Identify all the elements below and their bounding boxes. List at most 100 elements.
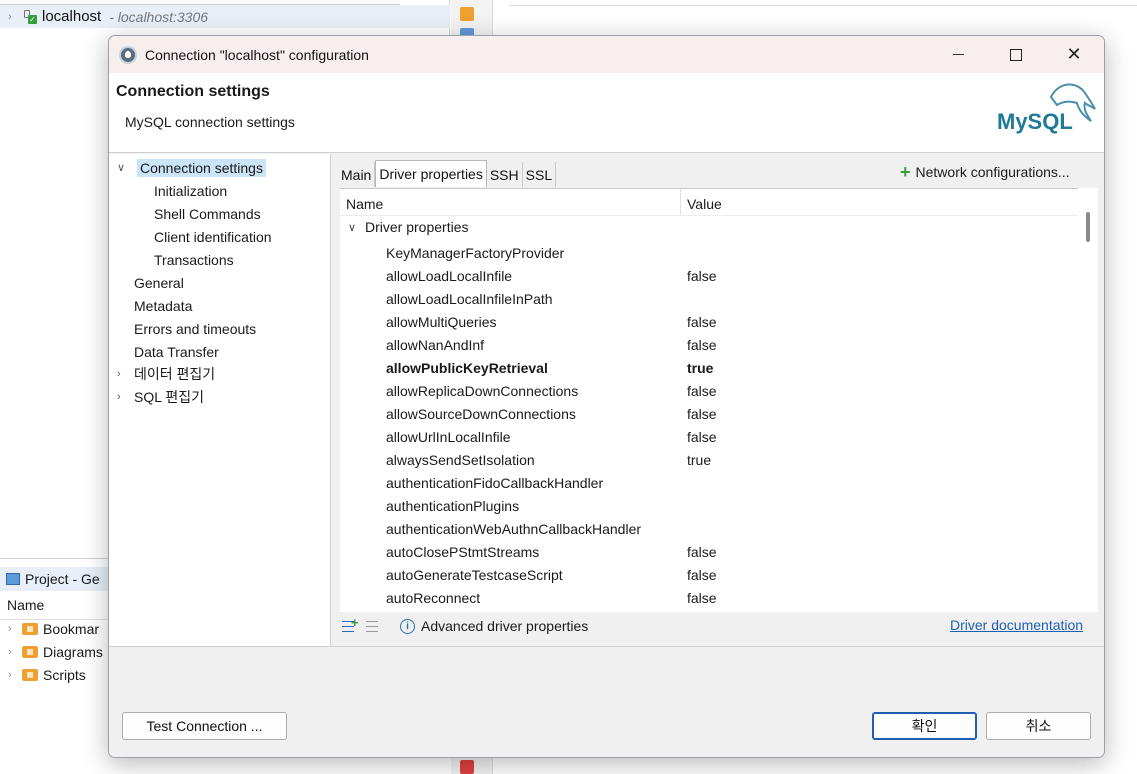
chevron-down-icon[interactable]: ∨ (348, 221, 365, 234)
chevron-down-icon[interactable]: ∨ (117, 161, 131, 174)
property-name: allowSourceDownConnections (386, 406, 576, 422)
property-value[interactable]: false (687, 406, 717, 422)
close-button[interactable]: ✕ (1051, 36, 1097, 73)
chevron-right-icon[interactable]: › (117, 368, 131, 380)
tab-driver-properties[interactable]: Driver properties (375, 160, 487, 187)
collapse-all-icon[interactable] (366, 618, 384, 634)
property-name: authenticationFidoCallbackHandler (386, 475, 604, 491)
tab-bar: Main Driver properties SSH SSL (338, 160, 557, 187)
property-value[interactable]: false (687, 337, 717, 353)
property-value[interactable]: false (687, 268, 717, 284)
project-icon (6, 573, 20, 585)
group-driver-properties[interactable]: ∨ Driver properties (348, 219, 468, 235)
property-row[interactable]: allowLoadLocalInfile false (340, 265, 1078, 288)
property-value[interactable]: false (687, 429, 717, 445)
property-name: autoGenerateTestcaseScript (386, 567, 563, 583)
property-name: autoReconnect (386, 590, 481, 606)
tree-item-client-identification[interactable]: Client identification (154, 226, 272, 247)
property-row[interactable]: alwaysSendSetIsolation true (340, 449, 1078, 472)
property-name: autoClosePStmtStreams (386, 544, 540, 560)
dbeaver-icon (119, 45, 137, 64)
project-tab-label: Project - Ge (25, 571, 100, 587)
property-row[interactable]: allowReplicaDownConnections false (340, 380, 1078, 403)
tree-item-errors-timeouts[interactable]: Errors and timeouts (134, 318, 256, 339)
scrollbar-thumb[interactable] (1086, 212, 1090, 242)
tree-item-general[interactable]: General (134, 272, 184, 293)
tree-item-data-transfer[interactable]: Data Transfer (134, 341, 219, 362)
property-name: authenticationPlugins (386, 498, 520, 514)
property-name: allowLoadLocalInfileInPath (386, 291, 553, 307)
property-value[interactable]: false (687, 383, 717, 399)
chevron-right-icon[interactable]: › (117, 391, 131, 403)
tree-item-metadata[interactable]: Metadata (134, 295, 192, 316)
cancel-button[interactable]: 취소 (986, 712, 1091, 740)
property-name: allowUrlInLocalInfile (386, 429, 511, 445)
property-value[interactable]: false (687, 314, 717, 330)
property-row[interactable]: autoGenerateTestcaseScript false (340, 564, 1078, 587)
ok-button[interactable]: 확인 (872, 712, 977, 740)
expand-all-icon[interactable]: + (342, 616, 360, 634)
property-row[interactable]: allowLoadLocalInfileInPath (340, 288, 1078, 311)
project-column-name: Name (7, 597, 45, 613)
dialog-titlebar[interactable]: Connection "localhost" configuration ✕ (109, 36, 1104, 73)
driver-documentation-link[interactable]: Driver documentation (950, 617, 1083, 633)
navigator-connection-row[interactable]: › ✓ localhost - localhost:3306 (0, 5, 450, 28)
network-configurations-button[interactable]: + Network configurations... (900, 162, 1070, 182)
plus-icon: + (900, 162, 911, 182)
settings-content: Main Driver properties SSH SSL + Network… (332, 154, 1104, 646)
tree-item-connection-settings[interactable]: ∨ Connection settings (117, 157, 266, 178)
tree-item-shell-commands[interactable]: Shell Commands (154, 203, 261, 224)
tab-ssl[interactable]: SSL (523, 162, 557, 187)
project-item-bookmarks[interactable]: › Bookmar (8, 621, 99, 637)
property-row[interactable]: allowUrlInLocalInfile false (340, 426, 1078, 449)
property-row[interactable]: allowSourceDownConnections false (340, 403, 1078, 426)
close-icon: ✕ (1066, 44, 1082, 64)
property-value[interactable]: true (687, 360, 713, 376)
tree-item-initialization[interactable]: Initialization (154, 180, 227, 201)
column-header-value[interactable]: Value (687, 196, 722, 212)
property-row[interactable]: autoClosePStmtStreams false (340, 541, 1078, 564)
mysql-logo: MySQL (997, 83, 1096, 134)
file-icon[interactable] (460, 7, 474, 21)
editor-area (510, 0, 1137, 6)
tab-main[interactable]: Main (338, 162, 376, 187)
property-name: allowNanAndInf (386, 337, 485, 353)
tab-ssh[interactable]: SSH (487, 162, 523, 187)
maximize-button[interactable] (993, 36, 1039, 73)
property-row[interactable]: allowPublicKeyRetrieval true (340, 357, 1078, 380)
property-row[interactable]: authenticationPlugins (340, 495, 1078, 518)
property-row[interactable]: authenticationWebAuthnCallbackHandler (340, 518, 1078, 541)
tree-item-transactions[interactable]: Transactions (154, 249, 234, 270)
bookmarks-folder-icon (22, 623, 38, 635)
column-header-name[interactable]: Name (346, 196, 383, 212)
page-subtitle: MySQL connection settings (125, 114, 295, 130)
property-name: allowReplicaDownConnections (386, 383, 579, 399)
property-value[interactable]: true (687, 452, 711, 468)
property-name: allowMultiQueries (386, 314, 497, 330)
property-row[interactable]: autoReconnect false (340, 587, 1078, 610)
chevron-right-icon[interactable]: › (8, 623, 22, 635)
project-item-diagrams[interactable]: › Diagrams (8, 644, 103, 660)
chevron-right-icon[interactable]: › (8, 646, 22, 658)
vertical-scrollbar[interactable] (1078, 188, 1098, 612)
property-name: alwaysSendSetIsolation (386, 452, 535, 468)
property-row[interactable]: allowNanAndInf false (340, 334, 1078, 357)
scripts-folder-icon (22, 669, 38, 681)
property-name: authenticationWebAuthnCallbackHandler (386, 521, 642, 537)
property-value[interactable]: false (687, 590, 717, 606)
property-row[interactable]: allowMultiQueries false (340, 311, 1078, 334)
tree-item-sql-editor[interactable]: › SQL 편집기 (117, 386, 204, 407)
chevron-right-icon[interactable]: › (8, 11, 22, 23)
property-name: KeyManagerFactoryProvider (386, 245, 565, 261)
chevron-right-icon[interactable]: › (8, 669, 22, 681)
pdf-icon[interactable] (460, 760, 474, 774)
property-value[interactable]: false (687, 567, 717, 583)
property-row[interactable]: KeyManagerFactoryProvider (340, 242, 1078, 265)
property-row[interactable]: authenticationFidoCallbackHandler (340, 472, 1078, 495)
driver-properties-table: Name Value ∨ Driver properties KeyManage… (340, 188, 1078, 612)
tree-item-data-editor[interactable]: › 데이터 편집기 (117, 363, 215, 384)
minimize-button[interactable] (935, 36, 981, 73)
project-item-scripts[interactable]: › Scripts (8, 667, 86, 683)
property-value[interactable]: false (687, 544, 717, 560)
test-connection-button[interactable]: Test Connection ... (122, 712, 287, 740)
